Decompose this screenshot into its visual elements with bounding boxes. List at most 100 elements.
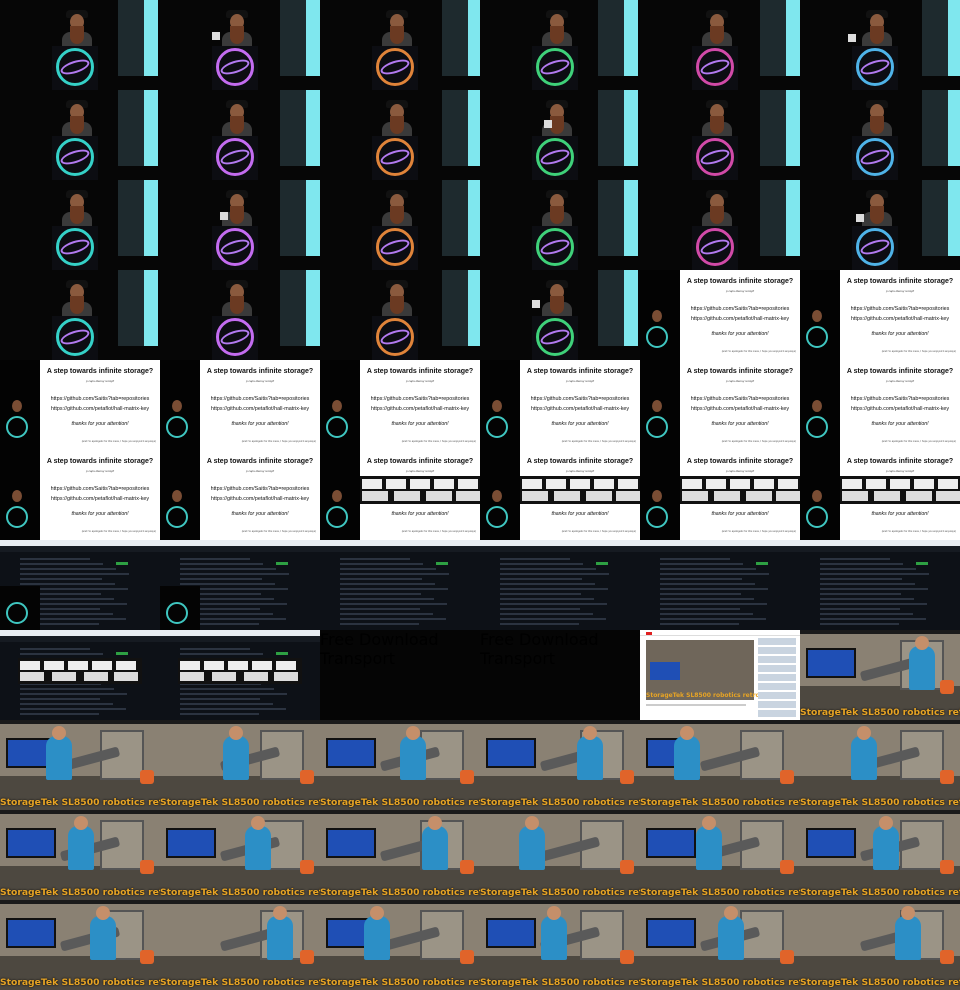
presentation-slide: A step towards infinite storage? p caps i… <box>40 360 160 450</box>
video-frame-thumbnail[interactable]: StorageTek SL8500 robotics retrofit <box>480 720 640 810</box>
workshop-monitor <box>6 918 56 948</box>
slide-link: https://github.com/Saitis?tab=repositori… <box>530 396 630 402</box>
video-frame-thumbnail[interactable]: StorageTek SL8500 robotics retrofit <box>0 720 160 810</box>
podium-logo <box>6 506 28 528</box>
video-frame-thumbnail[interactable]: StorageTek SL8500 robotics retrofit <box>800 630 960 720</box>
download-button[interactable]: Transport <box>480 649 640 668</box>
repo-list-row <box>500 618 606 620</box>
video-frame-thumbnail[interactable]: A step towards infinite storage? p caps i… <box>320 450 480 540</box>
screen-glow <box>144 0 158 76</box>
video-frame-thumbnail[interactable] <box>480 180 640 270</box>
repo-list-row <box>820 608 900 610</box>
repo-list-row <box>340 603 447 605</box>
video-frame-thumbnail[interactable]: StorageTek SL8500 robotics retrofit <box>480 900 640 990</box>
video-frame-thumbnail[interactable]: StorageTek SL8500 robotics retrofit <box>0 810 160 900</box>
video-frame-thumbnail[interactable] <box>320 90 480 180</box>
video-frame-thumbnail[interactable]: Free Download Transport <box>320 630 480 720</box>
video-frame-thumbnail[interactable]: A step towards infinite storage? p caps i… <box>480 450 640 540</box>
video-frame-thumbnail[interactable]: StorageTek SL8500 robotics retrofit <box>320 810 480 900</box>
video-frame-thumbnail[interactable]: StorageTek SL8500 robotics retrofit <box>640 630 800 720</box>
video-frame-thumbnail[interactable] <box>480 0 640 90</box>
video-frame-thumbnail[interactable]: StorageTek SL8500 robotics retrofit <box>160 900 320 990</box>
slide-link: https://github.com/petaflot/hall-matrix-… <box>210 406 310 412</box>
video-frame-thumbnail[interactable] <box>0 540 160 630</box>
video-frame-thumbnail[interactable]: A step towards infinite storage? p caps i… <box>160 360 320 450</box>
video-frame-thumbnail[interactable]: StorageTek SL8500 robotics retrofit <box>0 900 160 990</box>
video-frame-thumbnail[interactable] <box>0 0 160 90</box>
window-switcher-strip <box>178 658 302 684</box>
window-preview <box>706 479 726 489</box>
video-frame-thumbnail[interactable]: StorageTek SL8500 robotics retrofit <box>640 900 800 990</box>
video-frame-thumbnail[interactable] <box>800 180 960 270</box>
video-frame-thumbnail[interactable] <box>320 270 480 360</box>
video-frame-thumbnail[interactable]: StorageTek SL8500 robotics retrofit <box>800 720 960 810</box>
window-preview <box>386 479 406 489</box>
video-frame-thumbnail[interactable] <box>640 540 800 630</box>
speaker-head <box>652 400 662 412</box>
video-frame-thumbnail[interactable]: StorageTek SL8500 robotics retrofit <box>160 810 320 900</box>
video-frame-thumbnail[interactable]: Free Download Transport <box>480 630 640 720</box>
video-frame-thumbnail[interactable] <box>800 540 960 630</box>
video-caption: StorageTek SL8500 robotics retrofit <box>0 887 160 898</box>
video-frame-thumbnail[interactable] <box>320 540 480 630</box>
video-frame-thumbnail[interactable]: StorageTek SL8500 robotics retrofit <box>320 720 480 810</box>
presenter-body <box>90 916 116 960</box>
video-frame-thumbnail[interactable]: A step towards infinite storage? p caps i… <box>320 360 480 450</box>
video-frame-thumbnail[interactable] <box>480 90 640 180</box>
video-frame-thumbnail[interactable] <box>800 0 960 90</box>
video-frame-thumbnail[interactable]: StorageTek SL8500 robotics retrofit <box>640 810 800 900</box>
video-frame-thumbnail[interactable]: A step towards infinite storage? p caps i… <box>0 360 160 450</box>
presenter-head <box>525 816 539 830</box>
slide-footer: (and I'm apologetic for this mess, I hop… <box>81 530 156 533</box>
video-frame-thumbnail[interactable]: A step towards infinite storage? p caps i… <box>800 270 960 360</box>
video-frame-thumbnail[interactable] <box>640 180 800 270</box>
download-button[interactable]: Transport <box>320 649 480 668</box>
video-frame-thumbnail[interactable] <box>160 630 320 720</box>
video-frame-thumbnail[interactable] <box>160 180 320 270</box>
video-frame-thumbnail[interactable]: StorageTek SL8500 robotics retrofit <box>160 720 320 810</box>
presenter-body <box>895 916 921 960</box>
video-frame-thumbnail[interactable]: A step towards infinite storage? p caps i… <box>160 450 320 540</box>
video-frame-thumbnail[interactable]: StorageTek SL8500 robotics retrofit <box>320 900 480 990</box>
orange-bin <box>620 770 634 784</box>
video-frame-thumbnail[interactable] <box>0 180 160 270</box>
video-frame-thumbnail[interactable] <box>640 0 800 90</box>
video-frame-thumbnail[interactable] <box>320 180 480 270</box>
video-frame-thumbnail[interactable]: StorageTek SL8500 robotics retrofit <box>800 810 960 900</box>
video-player[interactable]: StorageTek SL8500 robotics retrofit <box>646 640 767 700</box>
video-frame-thumbnail[interactable] <box>480 270 640 360</box>
video-caption: StorageTek SL8500 robotics retrofit <box>0 797 160 808</box>
video-frame-thumbnail[interactable]: StorageTek SL8500 robotics retrofit <box>480 810 640 900</box>
video-frame-thumbnail[interactable] <box>0 270 160 360</box>
video-frame-thumbnail[interactable] <box>640 90 800 180</box>
orange-bin <box>460 770 474 784</box>
video-frame-thumbnail[interactable] <box>320 0 480 90</box>
video-frame-thumbnail[interactable] <box>800 90 960 180</box>
video-frame-thumbnail[interactable]: A step towards infinite storage? p caps i… <box>0 450 160 540</box>
video-frame-thumbnail[interactable] <box>160 90 320 180</box>
video-frame-thumbnail[interactable]: A step towards infinite storage? p caps i… <box>800 360 960 450</box>
video-frame-thumbnail[interactable]: A step towards infinite storage? p caps i… <box>640 450 800 540</box>
video-frame-thumbnail[interactable]: A step towards infinite storage? p caps i… <box>800 450 960 540</box>
video-frame-thumbnail[interactable] <box>160 540 320 630</box>
video-frame-thumbnail[interactable] <box>480 540 640 630</box>
video-frame-thumbnail[interactable] <box>160 270 320 360</box>
thumbnail-grid: A step towards infinite storage? p caps i… <box>0 0 960 990</box>
video-frame-thumbnail[interactable]: StorageTek SL8500 robotics retrofit <box>800 900 960 990</box>
green-button <box>276 562 288 565</box>
repo-list-row <box>20 703 113 705</box>
repo-list-row <box>820 603 927 605</box>
video-frame-thumbnail[interactable] <box>0 90 160 180</box>
green-button <box>596 562 608 565</box>
video-frame-thumbnail[interactable]: A step towards infinite storage? p caps i… <box>640 270 800 360</box>
video-frame-thumbnail[interactable] <box>0 630 160 720</box>
video-caption: StorageTek SL8500 robotics retrofit <box>480 887 640 898</box>
podium-logo <box>646 506 668 528</box>
video-topbar <box>0 900 160 904</box>
slide-subtitle: p caps ideosy remiyfi <box>245 379 274 383</box>
video-frame-thumbnail[interactable]: A step towards infinite storage? p caps i… <box>480 360 640 450</box>
video-frame-thumbnail[interactable] <box>160 0 320 90</box>
video-frame-thumbnail[interactable]: StorageTek SL8500 robotics retrofit <box>640 720 800 810</box>
video-frame-thumbnail[interactable]: A step towards infinite storage? p caps i… <box>640 360 800 450</box>
slide-subtitle: p caps ideosy remiyfi <box>885 289 914 293</box>
